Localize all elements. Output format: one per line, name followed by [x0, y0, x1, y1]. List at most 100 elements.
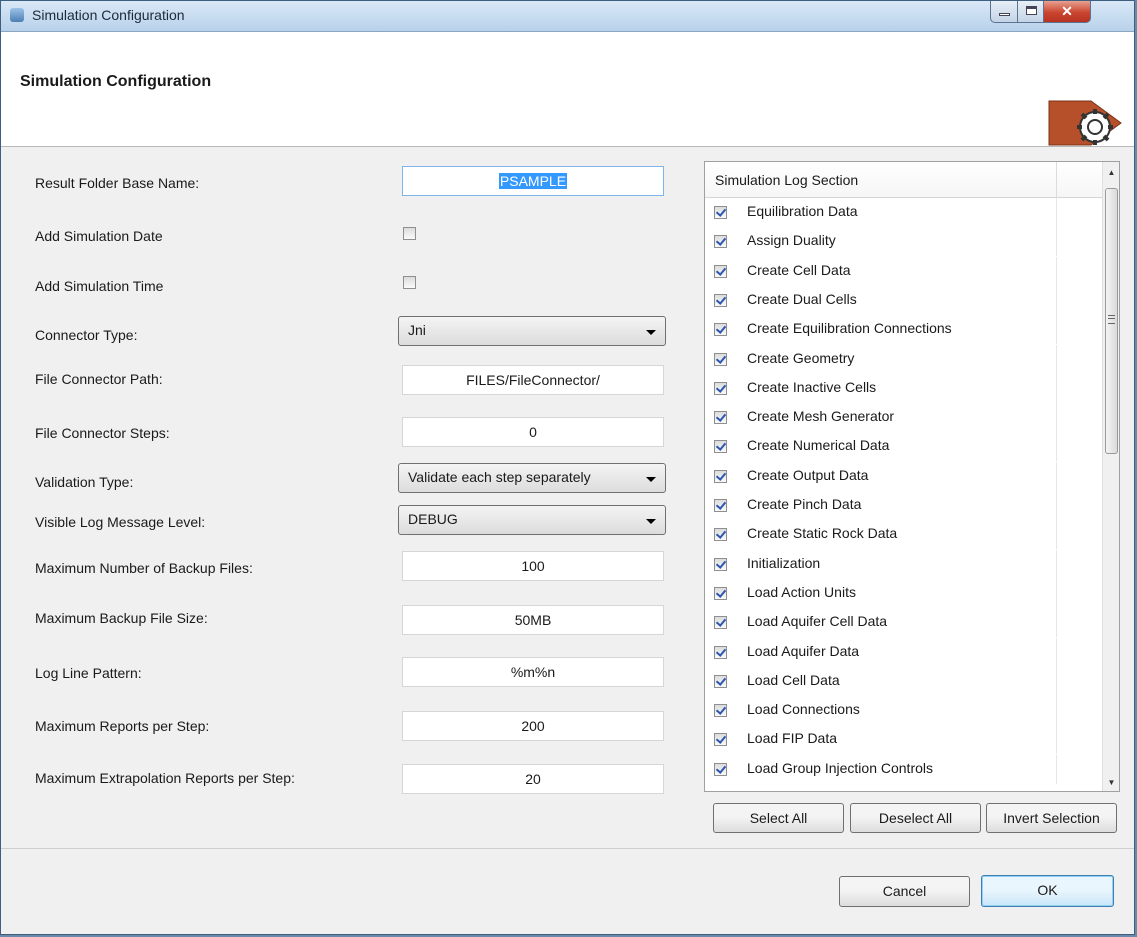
- log-item-checkbox[interactable]: [714, 528, 727, 542]
- log-item-checkbox[interactable]: [714, 235, 727, 249]
- log-item-checkbox[interactable]: [714, 733, 727, 747]
- list-item[interactable]: Load Cell Data: [705, 666, 1102, 696]
- list-item[interactable]: Create Equilibration Connections: [705, 315, 1102, 345]
- list-item[interactable]: Load FIP Data: [705, 725, 1102, 755]
- column-separator: [1056, 198, 1057, 227]
- list-item[interactable]: Create Static Rock Data: [705, 520, 1102, 550]
- log-item-label: Create Geometry: [747, 349, 855, 366]
- log-item-checkbox[interactable]: [714, 440, 727, 454]
- log-item-checkbox[interactable]: [714, 499, 727, 512]
- list-item[interactable]: Load Group Injection Controls: [705, 754, 1102, 784]
- minimize-button[interactable]: [990, 1, 1018, 23]
- log-item-checkbox[interactable]: [714, 352, 727, 366]
- list-item[interactable]: Create Geometry: [705, 344, 1102, 374]
- log-item-checkbox[interactable]: [714, 645, 727, 659]
- max-backup-size-input[interactable]: 50MB: [402, 605, 664, 635]
- log-item-label: Create Equilibration Connections: [747, 320, 952, 337]
- file-connector-steps-input[interactable]: 0: [402, 417, 664, 447]
- log-item-label: Initialization: [747, 554, 821, 571]
- add-date-label: Add Simulation Date: [35, 228, 163, 244]
- close-button[interactable]: ✕: [1043, 1, 1091, 23]
- maximize-button[interactable]: [1017, 1, 1044, 23]
- log-item-checkbox[interactable]: [714, 469, 727, 483]
- log-item-checkbox[interactable]: [714, 323, 727, 337]
- window-title: Simulation Configuration: [32, 7, 185, 23]
- log-item-checkbox[interactable]: [714, 293, 727, 307]
- log-item-checkbox[interactable]: [714, 264, 727, 278]
- log-level-select[interactable]: DEBUG: [398, 505, 666, 535]
- log-line-pattern-input[interactable]: %m%n: [402, 657, 664, 687]
- scrollbar-thumb[interactable]: [1105, 188, 1118, 454]
- column-separator: [1056, 754, 1057, 784]
- log-item-checkbox[interactable]: [714, 704, 727, 718]
- log-item-checkbox[interactable]: [714, 206, 727, 219]
- list-item[interactable]: Equilibration Data: [705, 198, 1102, 227]
- dialog-header: Simulation Configuration: [1, 32, 1134, 147]
- list-item[interactable]: Create Pinch Data: [705, 491, 1102, 520]
- close-icon: ✕: [1061, 3, 1073, 19]
- max-reports-input[interactable]: 200: [402, 711, 664, 741]
- list-item[interactable]: Create Dual Cells: [705, 285, 1102, 315]
- column-separator: [1056, 725, 1057, 755]
- list-item[interactable]: Load Action Units: [705, 578, 1102, 608]
- add-date-checkbox[interactable]: [403, 227, 416, 240]
- log-item-checkbox[interactable]: [714, 381, 727, 395]
- column-separator: [1056, 666, 1057, 696]
- scroll-down-icon[interactable]: ▼: [1103, 774, 1119, 791]
- log-level-value: DEBUG: [408, 511, 458, 527]
- add-time-checkbox[interactable]: [403, 276, 416, 289]
- list-item[interactable]: Load Aquifer Cell Data: [705, 608, 1102, 638]
- result-folder-input[interactable]: PSAMPLE: [402, 166, 664, 196]
- max-extrap-reports-input[interactable]: 20: [402, 764, 664, 794]
- log-item-label: Load Aquifer Data: [747, 642, 860, 659]
- log-item-checkbox[interactable]: [714, 411, 727, 425]
- column-separator: [1056, 608, 1057, 638]
- log-item-checkbox[interactable]: [714, 586, 727, 600]
- list-item[interactable]: Create Cell Data: [705, 256, 1102, 286]
- column-separator: [1056, 227, 1057, 257]
- list-item[interactable]: Create Output Data: [705, 461, 1102, 491]
- invert-selection-button[interactable]: Invert Selection: [986, 803, 1117, 833]
- log-item-checkbox[interactable]: [714, 674, 727, 688]
- ok-button[interactable]: OK: [981, 875, 1114, 907]
- log-section-list[interactable]: Simulation Log Section Equilibration Dat…: [704, 161, 1120, 792]
- list-item[interactable]: Create Inactive Cells: [705, 373, 1102, 403]
- cancel-button[interactable]: Cancel: [839, 876, 970, 907]
- log-item-label: Create Dual Cells: [747, 290, 857, 307]
- list-item[interactable]: Create Numerical Data: [705, 432, 1102, 462]
- log-item-label: Load Cell Data: [747, 671, 840, 688]
- list-item[interactable]: Initialization: [705, 549, 1102, 579]
- list-item[interactable]: Load Aquifer Data: [705, 637, 1102, 667]
- scroll-up-icon[interactable]: ▲: [1103, 164, 1119, 181]
- list-item[interactable]: Assign Duality: [705, 227, 1102, 257]
- file-connector-path-input[interactable]: FILES/FileConnector/: [402, 365, 664, 395]
- deselect-all-button[interactable]: Deselect All: [850, 803, 981, 833]
- log-item-label: Create Inactive Cells: [747, 378, 877, 395]
- select-all-button[interactable]: Select All: [713, 803, 844, 833]
- maximize-icon: [1026, 6, 1037, 15]
- vertical-scrollbar[interactable]: ▲ ▼: [1102, 162, 1119, 791]
- list-item[interactable]: Create Mesh Generator: [705, 403, 1102, 433]
- log-section-header-label: Simulation Log Section: [715, 172, 859, 188]
- validation-type-value: Validate each step separately: [408, 469, 591, 485]
- validation-type-select[interactable]: Validate each step separately: [398, 463, 666, 493]
- column-separator: [1056, 315, 1057, 345]
- column-separator: [1056, 491, 1057, 520]
- log-item-label: Assign Duality: [747, 232, 836, 249]
- list-item[interactable]: Load Connections: [705, 696, 1102, 726]
- log-section-header[interactable]: Simulation Log Section: [705, 162, 1102, 198]
- result-folder-value: PSAMPLE: [498, 173, 568, 189]
- max-backup-files-input[interactable]: 100: [402, 551, 664, 581]
- validation-type-label: Validation Type:: [35, 474, 134, 490]
- log-line-pattern-label: Log Line Pattern:: [35, 665, 142, 681]
- log-item-checkbox[interactable]: [714, 616, 727, 630]
- log-item-checkbox[interactable]: [714, 762, 727, 776]
- connector-type-select[interactable]: Jni: [398, 316, 666, 346]
- connector-type-label: Connector Type:: [35, 327, 138, 343]
- log-item-label: Load FIP Data: [747, 730, 838, 747]
- log-item-checkbox[interactable]: [714, 557, 727, 571]
- column-separator: [1056, 256, 1057, 286]
- column-separator: [1056, 637, 1057, 667]
- title-bar[interactable]: Simulation Configuration ✕: [1, 1, 1134, 32]
- column-separator: [1056, 461, 1057, 491]
